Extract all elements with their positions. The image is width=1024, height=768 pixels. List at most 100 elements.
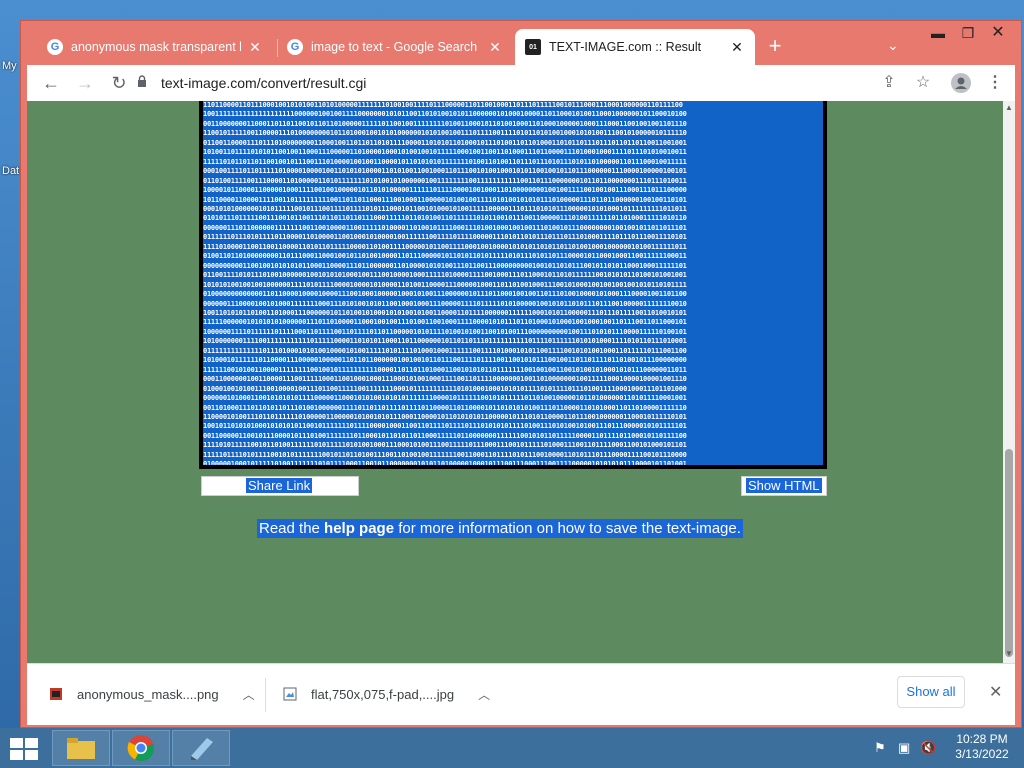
clock[interactable]: 10:28 PM 3/13/2022	[944, 732, 1020, 762]
binary-row: 1010101001001001000000111101011110000100…	[203, 280, 687, 289]
binary-row: 1001111111111111111111100000010010011110…	[203, 110, 687, 119]
binary-row: 1010000000111100111111111110111110000110…	[203, 337, 687, 346]
binary-row: 0110100111100111000011010000011010111111…	[203, 176, 687, 185]
tab-title: anonymous mask transparent ba	[71, 40, 241, 54]
notepad-taskbar-button[interactable]	[172, 730, 230, 766]
tab-title: image to text - Google Search	[311, 40, 478, 54]
forward-arrow-icon[interactable]: →	[73, 71, 97, 95]
new-tab-button[interactable]: +	[763, 35, 787, 59]
scroll-down-arrow-icon[interactable]: ▼	[1003, 649, 1015, 661]
binary-row: 1000010110000110000010001111001001000001…	[203, 186, 687, 195]
download-item-1[interactable]: anonymous_mask....png ︿	[49, 682, 255, 706]
chevron-up-icon[interactable]: ︿	[478, 686, 490, 703]
binary-row: 0011000000011000110110110010110110100000…	[203, 119, 687, 128]
taskbar: ⚑ ▣ 🔇 10:28 PM 3/13/2022	[0, 728, 1024, 768]
window-close-button[interactable]: ✕	[983, 23, 1013, 45]
tab-text-image-result[interactable]: 01 TEXT-IMAGE.com :: Result ✕	[515, 29, 755, 65]
binary-row: 0001001111011011111010000100001001101010…	[203, 167, 687, 176]
binary-row: 0100000100010111110100111111101011110001…	[203, 460, 687, 465]
chrome-taskbar-button[interactable]	[112, 730, 170, 766]
back-arrow-icon[interactable]: ←	[39, 71, 63, 95]
binary-row: 1111100000010101010100000011101101000011…	[203, 318, 687, 327]
address-bar[interactable]: text-image.com/convert/result.cgi	[133, 69, 773, 97]
share-icon[interactable]: ⇪	[877, 71, 901, 95]
close-icon[interactable]: ✕	[729, 39, 745, 56]
binary-row: 1101100001101110001001010100110101000001…	[203, 101, 683, 109]
network-icon[interactable]: ▣	[898, 740, 910, 756]
binary-row: 0001010100000010101111100101110011110111…	[203, 204, 687, 213]
show-all-button[interactable]: Show all	[897, 676, 965, 708]
binary-row: 0000001010001100101010101111000001100010…	[203, 394, 687, 403]
binary-row: 1111110010100110000111111110010010111111…	[203, 365, 687, 374]
download-bar: anonymous_mask....png ︿ flat,750x,075,f-…	[27, 663, 1015, 725]
tab-search-chevron-icon[interactable]: ⌄	[887, 37, 899, 54]
binary-row: 1010011011110101011001001100011100000110…	[203, 148, 687, 157]
close-icon[interactable]: ✕	[989, 682, 1002, 702]
binary-row: 1111101011011011001001011100111010000100…	[203, 157, 687, 166]
binary-row: 1000000111101111110111100011011110011011…	[203, 327, 687, 336]
notepad-icon	[191, 738, 213, 760]
binary-row: 1100001010011101101111110100000110000010…	[203, 412, 687, 421]
binary-row: 1111010111110010110100111111010111110101…	[203, 441, 687, 450]
desktop-icon-label-my-computer[interactable]: My	[2, 60, 17, 72]
close-icon[interactable]: ✕	[247, 39, 263, 56]
binary-row: 1100101111100110000111010000000010110100…	[203, 129, 687, 138]
help-page-link[interactable]: help page	[324, 520, 394, 537]
binary-row: 0100010010100111001000010011101100111110…	[203, 384, 687, 393]
binary-row: 0011010001110110101101110100100000011110…	[203, 403, 687, 412]
binary-row: 1010001011111101100001110000010000011011…	[203, 356, 687, 365]
close-icon[interactable]: ✕	[487, 39, 503, 56]
volume-muted-icon[interactable]: 🔇	[920, 740, 936, 756]
help-text-before: Read the	[259, 520, 325, 537]
reload-icon[interactable]: ↻	[107, 71, 131, 95]
binary-row: 1001101010110100110100011100000010110100…	[203, 308, 687, 317]
tab-anonymous-mask[interactable]: G anonymous mask transparent ba ✕	[37, 29, 273, 65]
clock-date: 3/13/2022	[955, 747, 1009, 761]
minimize-button[interactable]: ▬	[923, 23, 953, 45]
png-file-icon	[50, 688, 62, 700]
binary-row: 1111010000110011001100001101011011111000…	[203, 242, 687, 251]
flag-icon[interactable]: ⚑	[874, 740, 886, 756]
lock-icon	[138, 75, 146, 87]
vertical-scrollbar[interactable]: ▲ ▼	[1003, 101, 1015, 663]
binary-row: 1111101111010111100101011111110010110110…	[203, 450, 687, 459]
binary-row: 0111111011101011110110000110100001100100…	[203, 233, 687, 242]
share-link-label: Share Link	[246, 478, 313, 493]
clock-time: 10:28 PM	[956, 732, 1008, 746]
profile-avatar-icon[interactable]	[949, 71, 973, 95]
binary-row: 1001011010101000101010101100101111111011…	[203, 422, 687, 431]
binary-row: 0100000000000001101100001000010000111001…	[203, 290, 687, 299]
desktop-icon-label-data[interactable]: Dat	[2, 165, 19, 177]
download-separator	[265, 678, 266, 712]
binary-row: 0110011000011101110100000000110001001101…	[203, 138, 687, 147]
windows-start-icon[interactable]	[10, 738, 38, 760]
share-link-button[interactable]: Share Link	[201, 476, 359, 496]
url-text[interactable]: text-image.com/convert/result.cgi	[161, 75, 366, 91]
chevron-up-icon[interactable]: ︿	[243, 686, 255, 703]
binary-row: 0000001110000100101000111111100011101010…	[203, 299, 687, 308]
download-item-2[interactable]: flat,750x,075,f-pad,....jpg ︿	[283, 682, 490, 706]
chrome-icon	[127, 735, 155, 762]
binary-row: 0100110110100000000110111000110001001011…	[203, 252, 687, 261]
bookmark-star-icon[interactable]: ☆	[911, 71, 935, 95]
binary-row: 0001100000010011000011100111110001100100…	[203, 375, 687, 384]
tab-title: TEXT-IMAGE.com :: Result	[549, 40, 702, 54]
binary-text-image: 1101100001101110001001010100110101000001…	[203, 101, 823, 465]
browser-toolbar: ← → ↻ text-image.com/convert/result.cgi …	[27, 65, 1015, 101]
google-icon: G	[287, 39, 303, 55]
scroll-up-arrow-icon[interactable]: ▲	[1003, 103, 1015, 115]
download-filename: anonymous_mask....png	[77, 686, 219, 702]
tab-strip: G anonymous mask transparent ba ✕ G imag…	[21, 21, 1021, 65]
tab-image-to-text[interactable]: G image to text - Google Search ✕	[277, 29, 513, 65]
folder-icon	[67, 738, 95, 759]
browser-window: G anonymous mask transparent ba ✕ G imag…	[20, 20, 1022, 728]
binary-row: 0110011110101110100100000010010101010001…	[203, 271, 687, 280]
maximize-button[interactable]: ❐	[953, 23, 983, 45]
page-viewport: 1101100001101110001001010100110101000001…	[27, 101, 1015, 663]
file-explorer-taskbar-button[interactable]	[52, 730, 110, 766]
binary-row: 0000001110110000001111111001100100001100…	[203, 223, 687, 232]
show-html-button[interactable]: Show HTML	[741, 476, 827, 496]
menu-kebab-icon[interactable]: ⋮	[983, 71, 1007, 95]
binary-row: 1011000011000011110011011111111100110110…	[203, 195, 687, 204]
scroll-thumb[interactable]	[1005, 449, 1013, 657]
